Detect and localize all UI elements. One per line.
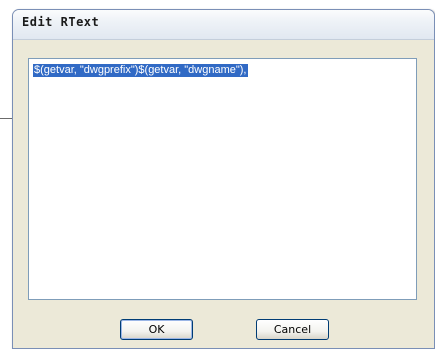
rtext-content-selected[interactable]: $(getvar, "dwgprefix")$(getvar, "dwgname… xyxy=(33,64,248,77)
cancel-button[interactable]: Cancel xyxy=(256,319,329,340)
ok-button[interactable]: OK xyxy=(120,319,193,340)
dialog-title: Edit RText xyxy=(22,15,100,29)
edit-rtext-dialog: Edit RText $(getvar, "dwgprefix")$(getva… xyxy=(12,9,435,349)
title-bar[interactable]: Edit RText xyxy=(13,10,434,40)
rtext-edit-field[interactable]: $(getvar, "dwgprefix")$(getvar, "dwgname… xyxy=(28,58,417,300)
